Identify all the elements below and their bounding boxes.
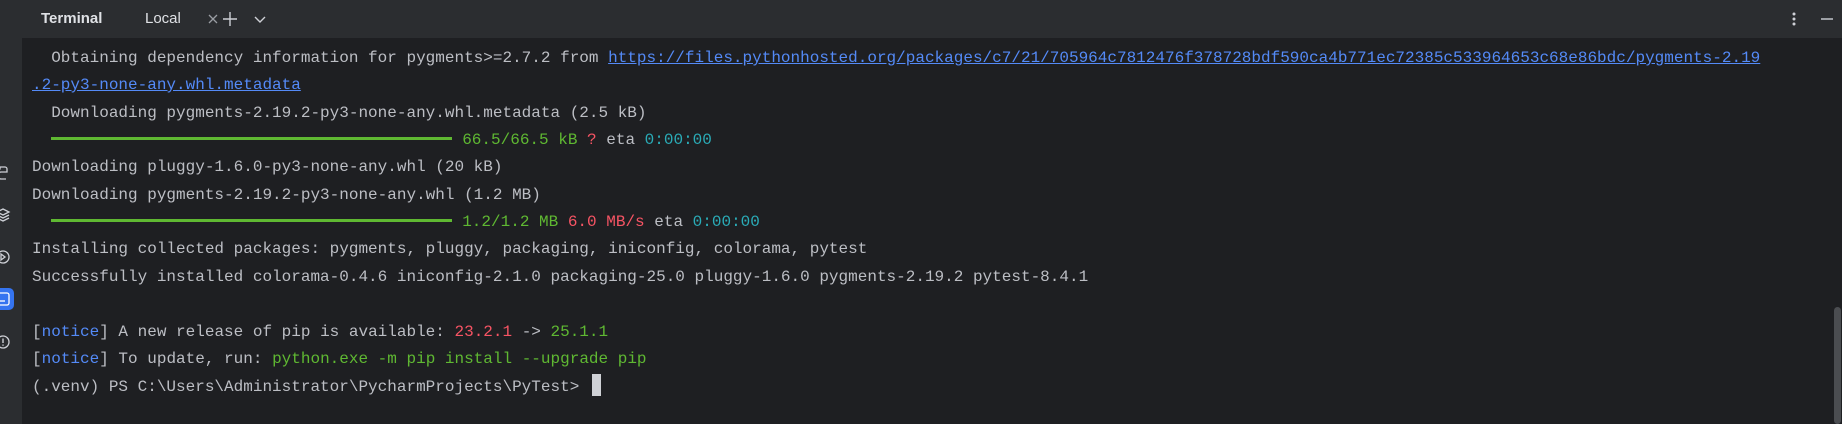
notice-line: [notice] To update, run: python.exe -m p… [32,350,647,368]
plus-icon[interactable] [221,10,239,28]
more-vertical-icon[interactable] [1785,10,1803,28]
terminal-output[interactable]: Obtaining dependency information for pyg… [22,39,1842,424]
progress-speed: 6.0 MB/s [567,213,645,231]
notice-text: A new release of pip is available: [108,323,455,341]
eta-label: eta [606,131,636,149]
terminal-line: Downloading pluggy-1.6.0-py3-none-any.wh… [32,158,503,176]
python-packages-icon[interactable] [0,162,14,184]
problems-icon[interactable] [0,331,14,353]
package-url-link[interactable]: https://files.pythonhosted.org/packages/… [608,49,1760,67]
package-url-link-continued[interactable]: .2-py3-none-any.whl.metadata [32,76,301,94]
progress-bar [51,219,453,223]
notice-tag: notice [41,323,100,341]
terminal-line: Installing collected packages: pygments,… [32,240,868,258]
eta-label: eta [654,213,684,231]
new-version: 25.1.1 [550,323,609,341]
terminal-toolbar: Terminal Local [22,0,1842,46]
terminal-line: Obtaining dependency information for pyg… [32,47,1760,69]
chevron-down-icon[interactable] [251,10,269,28]
text-cursor [591,374,601,397]
run-services-icon[interactable] [0,246,14,268]
eta-value: 0:00:00 [644,131,712,149]
prompt-line[interactable]: (.venv) PS C:\Users\Administrator\Pychar… [32,374,601,398]
shell-prompt: (.venv) PS C:\Users\Administrator\Pychar… [32,378,580,396]
terminal-icon[interactable] [0,288,14,310]
notice-tag: notice [41,350,100,368]
progress-line: 1.2/1.2 MB 6.0 MB/s eta 0:00:00 [32,211,760,233]
scrollbar-thumb[interactable] [1834,307,1841,424]
tab-label: Local [145,10,181,27]
upgrade-command: python.exe -m pip install --upgrade pip [272,350,647,368]
progress-speed: ? [587,131,597,149]
progress-line: 66.5/66.5 kB ? eta 0:00:00 [32,129,712,151]
progress-size: 66.5/66.5 kB [462,131,578,149]
terminal-line: Downloading pygments-2.19.2-py3-none-any… [32,104,647,122]
notice-line: [notice] A new release of pip is availab… [32,323,609,341]
terminal-line: Successfully installed colorama-0.4.6 in… [32,268,1089,286]
layers-icon[interactable] [0,204,14,226]
minimize-icon[interactable] [1818,10,1836,28]
terminal-line: .2-py3-none-any.whl.metadata [32,74,301,96]
notice-text: To update, run: [108,350,273,368]
terminal-line: Downloading pygments-2.19.2-py3-none-any… [32,186,541,204]
progress-bar [51,137,453,141]
close-icon[interactable] [206,12,220,26]
panel-title: Terminal [41,10,103,27]
eta-value: 0:00:00 [692,213,760,231]
old-version: 23.2.1 [454,323,513,341]
progress-size: 1.2/1.2 MB [462,213,559,231]
tool-window-strip [0,0,23,424]
version-arrow: -> [512,323,551,341]
output-text: Obtaining dependency information for pyg… [32,49,609,67]
